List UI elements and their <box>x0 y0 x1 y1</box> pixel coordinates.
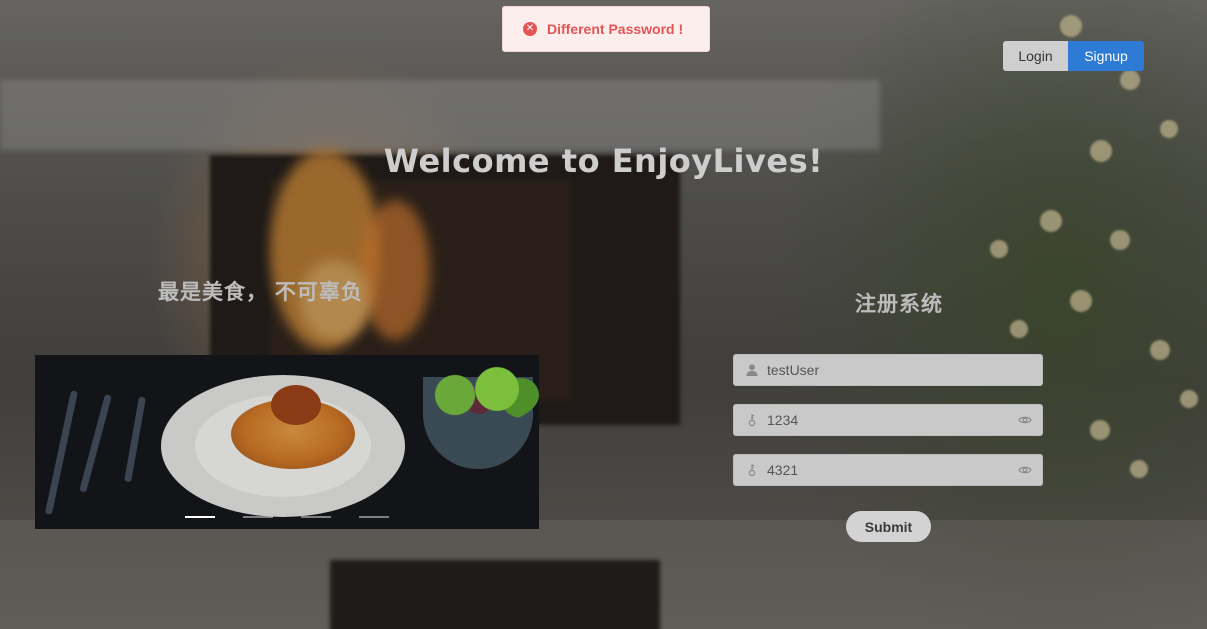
food-carousel[interactable] <box>35 355 539 529</box>
error-circle-icon: ✕ <box>523 22 537 36</box>
username-field <box>733 354 1043 386</box>
carousel-indicators <box>185 516 389 518</box>
carousel-indicator[interactable] <box>359 516 389 518</box>
spoon-image <box>124 396 146 483</box>
eye-icon[interactable] <box>1018 464 1032 476</box>
toast-message: Different Password ! <box>547 21 684 37</box>
key-icon <box>748 414 756 427</box>
eye-icon[interactable] <box>1018 414 1032 426</box>
password-field <box>733 404 1043 436</box>
key-icon <box>748 464 756 477</box>
submit-button[interactable]: Submit <box>846 511 931 542</box>
sauce-image <box>271 385 321 425</box>
background-overlay <box>0 0 1207 629</box>
error-toast: ✕ Different Password ! <box>502 6 710 52</box>
background-scene <box>0 0 1207 629</box>
login-button[interactable]: Login <box>1003 41 1068 71</box>
auth-switch: Login Signup <box>1003 41 1144 71</box>
confirm-password-input[interactable] <box>767 455 1007 485</box>
welcome-title: Welcome to EnjoyLives! <box>383 142 824 180</box>
salad-image <box>419 365 539 425</box>
confirm-password-field <box>733 454 1043 486</box>
carousel-indicator[interactable] <box>185 516 215 518</box>
user-icon <box>746 364 758 376</box>
knife-image <box>44 390 78 515</box>
carousel-indicator[interactable] <box>301 516 331 518</box>
username-input[interactable] <box>767 355 1007 385</box>
food-slogan: 最是美食， 不可辜负 <box>158 281 363 304</box>
password-input[interactable] <box>767 405 1007 435</box>
fork-image <box>79 394 112 493</box>
register-title: 注册系统 <box>855 293 943 316</box>
carousel-indicator[interactable] <box>243 516 273 518</box>
signup-button[interactable]: Signup <box>1068 41 1144 71</box>
